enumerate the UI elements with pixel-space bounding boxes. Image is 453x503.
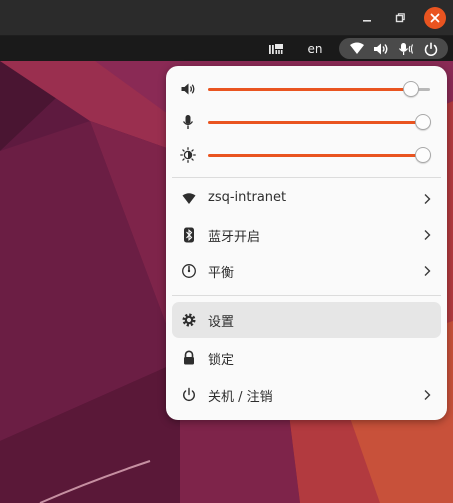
brightness-slider-fill — [208, 154, 422, 157]
settings-label: 设置 — [208, 315, 235, 330]
shutdown-item[interactable]: 关机 / 注销 — [172, 377, 441, 413]
gear-icon — [181, 312, 197, 328]
power-mode-item[interactable]: 平衡 — [172, 253, 441, 289]
volume-slider-knob[interactable] — [403, 81, 419, 97]
power-mode-label: 平衡 — [208, 266, 235, 281]
system-indicators[interactable] — [339, 38, 448, 59]
system-menu: zsq-intranet 蓝牙开启 平衡 设置 锁定 关机 / 注销 — [166, 66, 447, 420]
chevron-right-icon — [424, 390, 431, 400]
microphone-icon — [396, 38, 416, 59]
keyboard-layout-indicator[interactable]: en — [302, 36, 328, 61]
speaker-icon — [181, 83, 195, 95]
minimize-icon — [363, 20, 371, 22]
lock-label: 锁定 — [208, 353, 235, 368]
wifi-icon — [181, 191, 197, 207]
maximize-button[interactable] — [389, 7, 411, 29]
bluetooth-item[interactable]: 蓝牙开启 — [172, 217, 441, 253]
menu-separator — [172, 177, 441, 178]
shutdown-label: 关机 / 注销 — [208, 390, 273, 405]
lock-icon — [181, 350, 197, 366]
microphone-slider-fill — [208, 121, 422, 124]
power-icon — [181, 387, 197, 403]
bluetooth-label: 蓝牙开启 — [208, 230, 261, 245]
window-titlebar — [0, 0, 453, 36]
brightness-icon — [180, 147, 196, 163]
top-panel: en — [0, 36, 453, 61]
network-label: zsq-intranet — [208, 190, 287, 205]
keyboard-layout-label: en — [307, 41, 323, 56]
lock-item[interactable]: 锁定 — [172, 340, 441, 376]
restore-icon — [395, 13, 405, 23]
microphone-slider[interactable] — [166, 109, 447, 135]
speaker-icon — [372, 38, 390, 59]
chevron-right-icon — [424, 266, 431, 276]
volume-slider-fill — [208, 88, 410, 91]
settings-item[interactable]: 设置 — [172, 302, 441, 338]
power-icon — [422, 38, 440, 59]
brightness-slider[interactable] — [166, 142, 447, 168]
wifi-icon — [348, 38, 366, 59]
network-item[interactable]: zsq-intranet — [172, 181, 441, 217]
volume-slider[interactable] — [166, 76, 447, 102]
power-mode-icon — [181, 263, 197, 279]
minimize-button[interactable] — [356, 7, 378, 29]
close-icon — [430, 13, 440, 23]
menu-separator — [172, 295, 441, 296]
bluetooth-icon — [181, 227, 197, 243]
chevron-right-icon — [424, 230, 431, 240]
brightness-slider-knob[interactable] — [415, 147, 431, 163]
close-button[interactable] — [424, 7, 446, 29]
input-method-icon — [269, 43, 283, 54]
microphone-icon — [182, 115, 194, 129]
microphone-slider-knob[interactable] — [415, 114, 431, 130]
input-method-indicator[interactable] — [266, 36, 286, 61]
chevron-right-icon — [424, 194, 431, 204]
